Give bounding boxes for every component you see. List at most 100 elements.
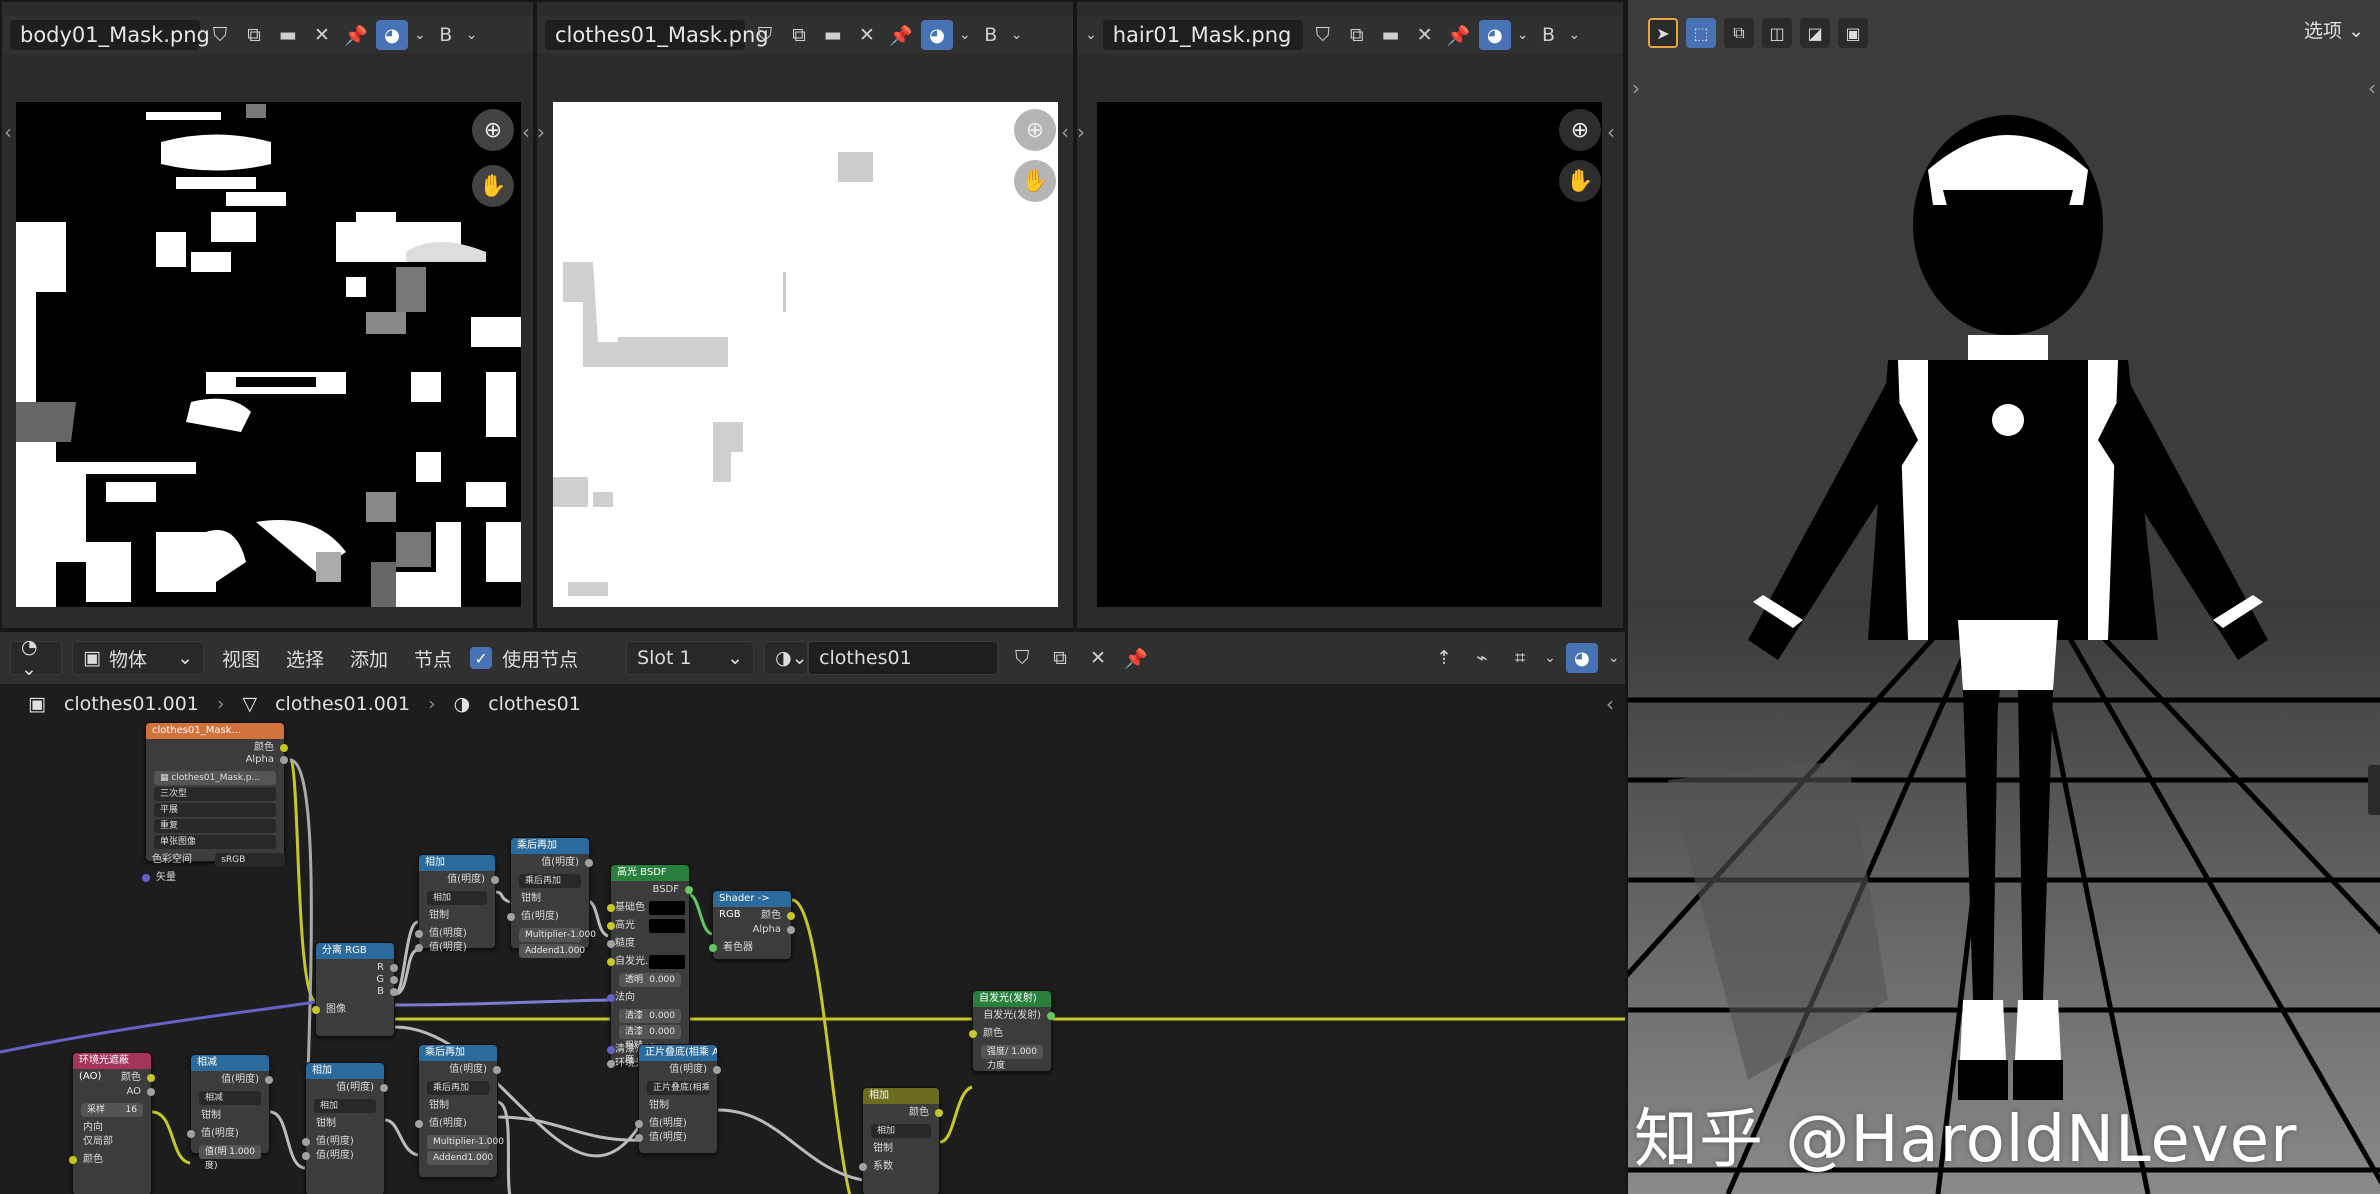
math-operation-dropdown[interactable]: 相减 bbox=[199, 1091, 261, 1105]
duplicate-icon[interactable]: ⧉ bbox=[1343, 21, 1371, 49]
open-folder-icon[interactable]: ▬ bbox=[274, 21, 302, 49]
image-selector[interactable]: ▦ clothes01_Mask.p... bbox=[154, 771, 276, 785]
zoom-view-icon[interactable]: ⊕ bbox=[1559, 109, 1601, 151]
clamp-checkbox-row[interactable]: 钳制 bbox=[419, 1097, 497, 1115]
node-math-add-lower[interactable]: 相加 值(明度) 相加 钳制 值(明度) 值(明度) bbox=[302, 1062, 388, 1194]
node-math-subtract[interactable]: 相减 值(明度) 相减 钳制 值(明度) 值(明度) 1.000 bbox=[187, 1054, 273, 1171]
color-swatch[interactable] bbox=[649, 901, 685, 915]
open-folder-icon[interactable]: ▬ bbox=[819, 21, 847, 49]
image-canvas-clothes-mask[interactable] bbox=[553, 102, 1058, 607]
input-socket[interactable] bbox=[415, 944, 423, 952]
addend-field[interactable]: Addend 1.000 bbox=[427, 1151, 493, 1165]
math-operation-dropdown[interactable]: 正片叠底(相乘 A*B) bbox=[647, 1081, 709, 1095]
node-specular-bsdf[interactable]: 高光 BSDF BSDF 基础色 高光 糙度 自发光... 透明 0.000 法向… bbox=[607, 864, 693, 1069]
input-socket[interactable] bbox=[635, 1134, 643, 1142]
display-channels-icon[interactable]: B bbox=[432, 21, 460, 49]
box-select-extend-icon[interactable]: ⧉ bbox=[1724, 18, 1754, 48]
output-socket[interactable] bbox=[935, 1109, 943, 1117]
collapse-left-arrow-icon[interactable]: ‹ bbox=[4, 120, 12, 144]
only-local-checkbox-row[interactable]: 仅局部 bbox=[73, 1133, 151, 1151]
expand-sidebar-arrow-icon[interactable]: ‹ bbox=[1607, 120, 1615, 144]
fake-user-shield-icon[interactable]: ⛉ bbox=[1309, 21, 1337, 49]
chevron-down-icon[interactable]: ⌄ bbox=[1568, 27, 1580, 43]
color-swatch[interactable] bbox=[649, 955, 685, 969]
collapse-left-arrow-icon[interactable]: › bbox=[537, 120, 545, 144]
clearcoat-roughness-field[interactable]: 清漆粗糙度 0.000 bbox=[619, 1025, 681, 1065]
node-image-texture[interactable]: clothes01_Mask... 颜色 Alpha ▦ clothes01_M… bbox=[142, 722, 288, 883]
node-emission[interactable]: 自发光(发射) 自发光(发射) 颜色 强度/力度 1.000 bbox=[969, 990, 1055, 1072]
collapse-left-arrow-icon[interactable]: › bbox=[1077, 120, 1085, 144]
input-socket[interactable] bbox=[507, 913, 515, 921]
open-folder-icon[interactable]: ▬ bbox=[1377, 21, 1405, 49]
image-name-field[interactable]: hair01_Mask.png bbox=[1102, 20, 1303, 50]
duplicate-icon[interactable]: ⧉ bbox=[785, 21, 813, 49]
clamp-checkbox-row[interactable]: 钳制 bbox=[511, 890, 589, 908]
input-socket[interactable] bbox=[607, 994, 615, 1002]
pan-view-hand-icon[interactable]: ✋ bbox=[1559, 160, 1601, 202]
output-socket[interactable] bbox=[787, 926, 795, 934]
pan-view-hand-icon[interactable]: ✋ bbox=[472, 165, 514, 207]
strength-field[interactable]: 强度/力度 1.000 bbox=[981, 1045, 1043, 1071]
node-math-add-upper[interactable]: 相加 值(明度) 相加 钳制 值(明度) 值(明度) bbox=[415, 854, 499, 953]
box-select-intersect-icon[interactable]: ▣ bbox=[1838, 18, 1868, 48]
math-operation-dropdown[interactable]: 相加 bbox=[427, 891, 487, 905]
math-operation-dropdown[interactable]: 乘后再加 bbox=[427, 1081, 489, 1095]
box-select-subtract-icon[interactable]: ◫ bbox=[1762, 18, 1792, 48]
close-icon[interactable]: ✕ bbox=[308, 21, 336, 49]
tweak-select-tool-icon[interactable]: ➤ bbox=[1648, 18, 1678, 48]
input-socket[interactable] bbox=[415, 930, 423, 938]
node-math-multiply-add-lower[interactable]: 乘后再加 值(明度) 乘后再加 钳制 值(明度) Multiplier -1.00… bbox=[415, 1044, 504, 1178]
node-math-multiply[interactable]: 正片叠底(相乘 A*B) 值(明度) 正片叠底(相乘 A*B) 钳制 值(明度)… bbox=[635, 1044, 721, 1154]
transparency-field[interactable]: 透明 0.000 bbox=[619, 973, 681, 987]
input-socket[interactable] bbox=[969, 1030, 977, 1038]
chevron-down-icon[interactable]: ⌄ bbox=[959, 27, 971, 43]
input-socket[interactable] bbox=[607, 922, 615, 930]
node-math-multiply-add-upper[interactable]: 乘后再加 值(明度) 乘后再加 钳制 值(明度) Multiplier -1.00… bbox=[507, 837, 596, 958]
clearcoat-field[interactable]: 清漆 0.000 bbox=[619, 1009, 681, 1023]
clamp-checkbox-row[interactable]: 钳制 bbox=[191, 1107, 269, 1125]
input-socket[interactable] bbox=[302, 1138, 310, 1146]
input-socket[interactable] bbox=[607, 958, 615, 966]
output-socket[interactable] bbox=[280, 756, 288, 764]
multiplier-field[interactable]: Multiplier -1.000 bbox=[519, 928, 596, 942]
input-socket[interactable] bbox=[607, 940, 615, 948]
extension-dropdown[interactable]: 重复 bbox=[154, 819, 276, 833]
output-socket[interactable] bbox=[380, 1084, 388, 1092]
projection-dropdown[interactable]: 平展 bbox=[154, 803, 276, 817]
node-ambient-occlusion[interactable]: 环境光遮蔽 (AO) 颜色 AO 采样 16 内向 仅局部 颜色 bbox=[69, 1052, 155, 1194]
source-dropdown[interactable]: 单张图像 bbox=[154, 835, 276, 849]
chevron-down-icon[interactable]: ⌄ bbox=[414, 27, 426, 43]
chevron-down-icon[interactable]: ⌄ bbox=[1517, 27, 1529, 43]
image-name-field[interactable]: clothes01_Mask.png bbox=[545, 20, 769, 50]
node-shader-to-rgb[interactable]: Shader -> RGB 颜色 Alpha 着色器 bbox=[709, 890, 795, 960]
overlay-toggle-icon[interactable]: ◕ bbox=[921, 20, 953, 50]
overlay-toggle-icon[interactable]: ◕ bbox=[1478, 20, 1511, 50]
input-socket[interactable] bbox=[312, 1006, 320, 1014]
image-canvas-hair-mask[interactable] bbox=[1097, 102, 1602, 607]
math-operation-dropdown[interactable]: 乘后再加 bbox=[519, 874, 581, 888]
pin-icon[interactable]: 📌 bbox=[342, 21, 370, 49]
math-operation-dropdown[interactable]: 相加 bbox=[314, 1099, 376, 1113]
chevron-down-icon[interactable]: ⌄ bbox=[1011, 27, 1023, 43]
box-select-invert-icon[interactable]: ◪ bbox=[1800, 18, 1830, 48]
image-name-field[interactable]: body01_Mask.png bbox=[10, 20, 210, 50]
input-socket[interactable] bbox=[302, 1152, 310, 1160]
shader-node-editor[interactable]: ◔ ⌄ ▣ 物体 ⌄ 视图 选择 添加 节点 ✓ 使用节点 Slot 1 ⌄ ◑… bbox=[0, 630, 1625, 1194]
input-socket[interactable] bbox=[709, 944, 717, 952]
output-socket[interactable] bbox=[147, 1088, 155, 1096]
expand-sidebar-arrow-icon[interactable]: ‹ bbox=[1061, 120, 1069, 144]
output-socket[interactable] bbox=[685, 886, 693, 894]
pan-view-hand-icon[interactable]: ✋ bbox=[1014, 160, 1056, 202]
close-icon[interactable]: ✕ bbox=[853, 21, 881, 49]
input-socket[interactable] bbox=[859, 1163, 867, 1171]
fake-user-shield-icon[interactable]: ⛉ bbox=[206, 21, 234, 49]
output-socket[interactable] bbox=[493, 1066, 501, 1074]
pin-icon[interactable]: 📌 bbox=[1445, 21, 1473, 49]
colorspace-dropdown[interactable]: sRGB bbox=[215, 853, 286, 867]
zoom-view-icon[interactable]: ⊕ bbox=[1014, 109, 1056, 151]
clamp-checkbox-row[interactable]: 钳制 bbox=[306, 1115, 384, 1133]
output-socket[interactable] bbox=[1047, 1012, 1055, 1020]
zoom-view-icon[interactable]: ⊕ bbox=[472, 109, 514, 151]
input-socket[interactable] bbox=[142, 874, 150, 882]
output-socket[interactable] bbox=[491, 876, 499, 884]
